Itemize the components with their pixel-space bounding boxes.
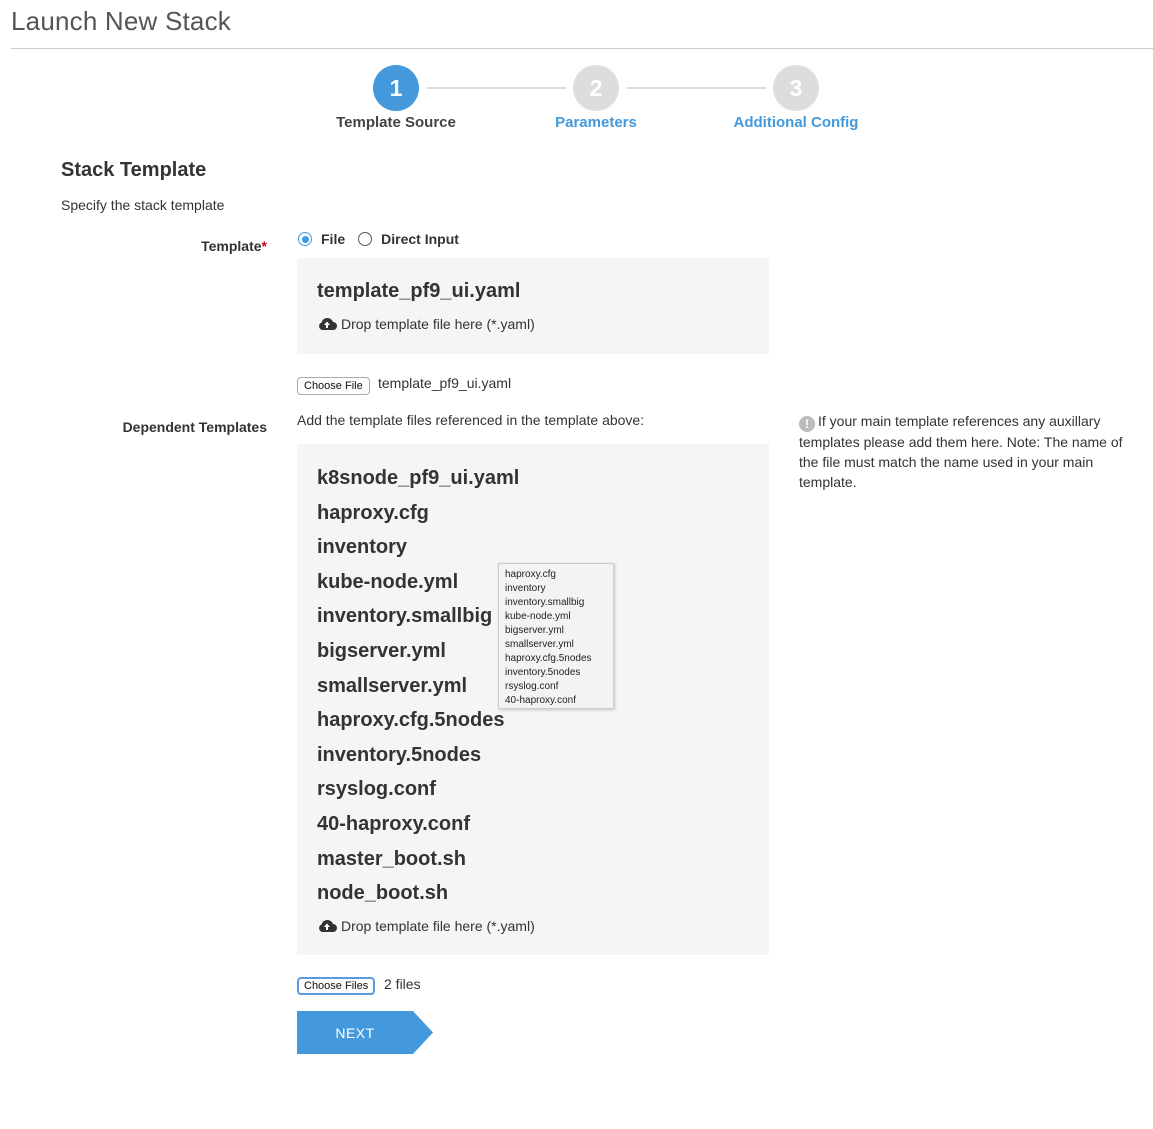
- tooltip-item: haproxy.cfg.5nodes: [505, 653, 592, 664]
- page-title: Launch New Stack: [11, 6, 231, 36]
- radio-file-button[interactable]: [298, 232, 312, 246]
- list-item: inventory.5nodes: [317, 743, 482, 766]
- list-item: node_boot.sh: [317, 882, 449, 905]
- radio-file-label: File: [321, 231, 346, 247]
- template-dropzone[interactable]: template_pf9_ui.yaml Drop template file …: [297, 258, 769, 354]
- tooltip-item: inventory: [505, 583, 546, 594]
- list-item: haproxy.cfg.5nodes: [317, 709, 505, 732]
- step-1-circle[interactable]: 1: [373, 65, 419, 111]
- list-item: smallserver.yml: [317, 674, 468, 697]
- dependent-intro: Add the template files referenced in the…: [297, 412, 645, 428]
- required-marker: *: [261, 238, 267, 254]
- list-item: 40-haproxy.conf: [317, 812, 470, 835]
- chosen-file-name: template_pf9_ui.yaml: [378, 375, 512, 391]
- drop-hint: Drop template file here (*.yaml): [317, 316, 535, 332]
- step-3-label[interactable]: Additional Config: [696, 114, 896, 131]
- step-connector: [627, 87, 766, 89]
- chosen-files-count: 2 files: [384, 976, 421, 992]
- tooltip-item: inventory.smallbig: [505, 597, 585, 608]
- radio-direct-input[interactable]: Direct Input: [358, 231, 459, 247]
- tooltip-item: smallserver.yml: [505, 639, 574, 650]
- list-item: k8snode_pf9_ui.yaml: [317, 467, 520, 489]
- info-icon: !: [799, 416, 815, 432]
- next-button-label: NEXT: [335, 1024, 375, 1041]
- dependent-drop-hint: Drop template file here (*.yaml): [317, 918, 535, 934]
- dropzone-file-name: template_pf9_ui.yaml: [317, 280, 521, 302]
- help-text: If your main template references any aux…: [799, 413, 1123, 490]
- template-source-radio-group: File Direct Input: [298, 231, 472, 247]
- tooltip-item: haproxy.cfg: [505, 569, 556, 580]
- title-divider: [11, 48, 1153, 49]
- next-button[interactable]: NEXT: [297, 1011, 433, 1054]
- tooltip-item: rsyslog.conf: [505, 681, 559, 692]
- list-item: inventory: [317, 536, 408, 559]
- dependent-templates-label: Dependent Templates: [122, 419, 267, 435]
- drop-hint-text: Drop template file here (*.yaml): [341, 316, 535, 332]
- step-2-circle[interactable]: 2: [573, 65, 619, 111]
- tooltip-item: inventory.5nodes: [505, 667, 581, 678]
- dependent-file-list: k8snode_pf9_ui.yaml haproxy.cfg inventor…: [317, 464, 519, 914]
- cloud-upload-icon: [319, 919, 337, 932]
- tooltip-item: 40-haproxy.conf: [505, 695, 576, 706]
- radio-direct-input-label: Direct Input: [381, 231, 459, 247]
- list-item: rsyslog.conf: [317, 778, 436, 801]
- step-connector: [427, 87, 566, 89]
- choose-file-button[interactable]: Choose File: [297, 377, 370, 395]
- list-item: master_boot.sh: [317, 847, 466, 870]
- list-item: haproxy.cfg: [317, 501, 429, 524]
- section-title: Stack Template: [61, 159, 207, 181]
- radio-direct-input-button[interactable]: [358, 232, 373, 246]
- cloud-upload-icon: [319, 317, 337, 330]
- tooltip-item: bigserver.yml: [505, 625, 564, 636]
- template-label: Template*: [201, 238, 267, 254]
- list-item: bigserver.yml: [317, 639, 446, 662]
- file-list-tooltip: haproxy.cfg inventory inventory.smallbig…: [498, 563, 614, 709]
- drop-hint-text: Drop template file here (*.yaml): [341, 918, 535, 934]
- step-2-label[interactable]: Parameters: [496, 114, 696, 131]
- step-3-circle[interactable]: 3: [773, 65, 819, 111]
- section-subtitle: Specify the stack template: [61, 197, 225, 213]
- choose-files-button[interactable]: Choose Files: [297, 977, 376, 995]
- tooltip-item: kube-node.yml: [505, 611, 571, 622]
- radio-file[interactable]: File: [298, 231, 345, 247]
- list-item: kube-node.yml: [317, 570, 459, 593]
- list-item: inventory.smallbig: [317, 605, 493, 628]
- help-note: ! If your main template references any au…: [799, 411, 1139, 492]
- step-1-label[interactable]: Template Source: [296, 114, 496, 131]
